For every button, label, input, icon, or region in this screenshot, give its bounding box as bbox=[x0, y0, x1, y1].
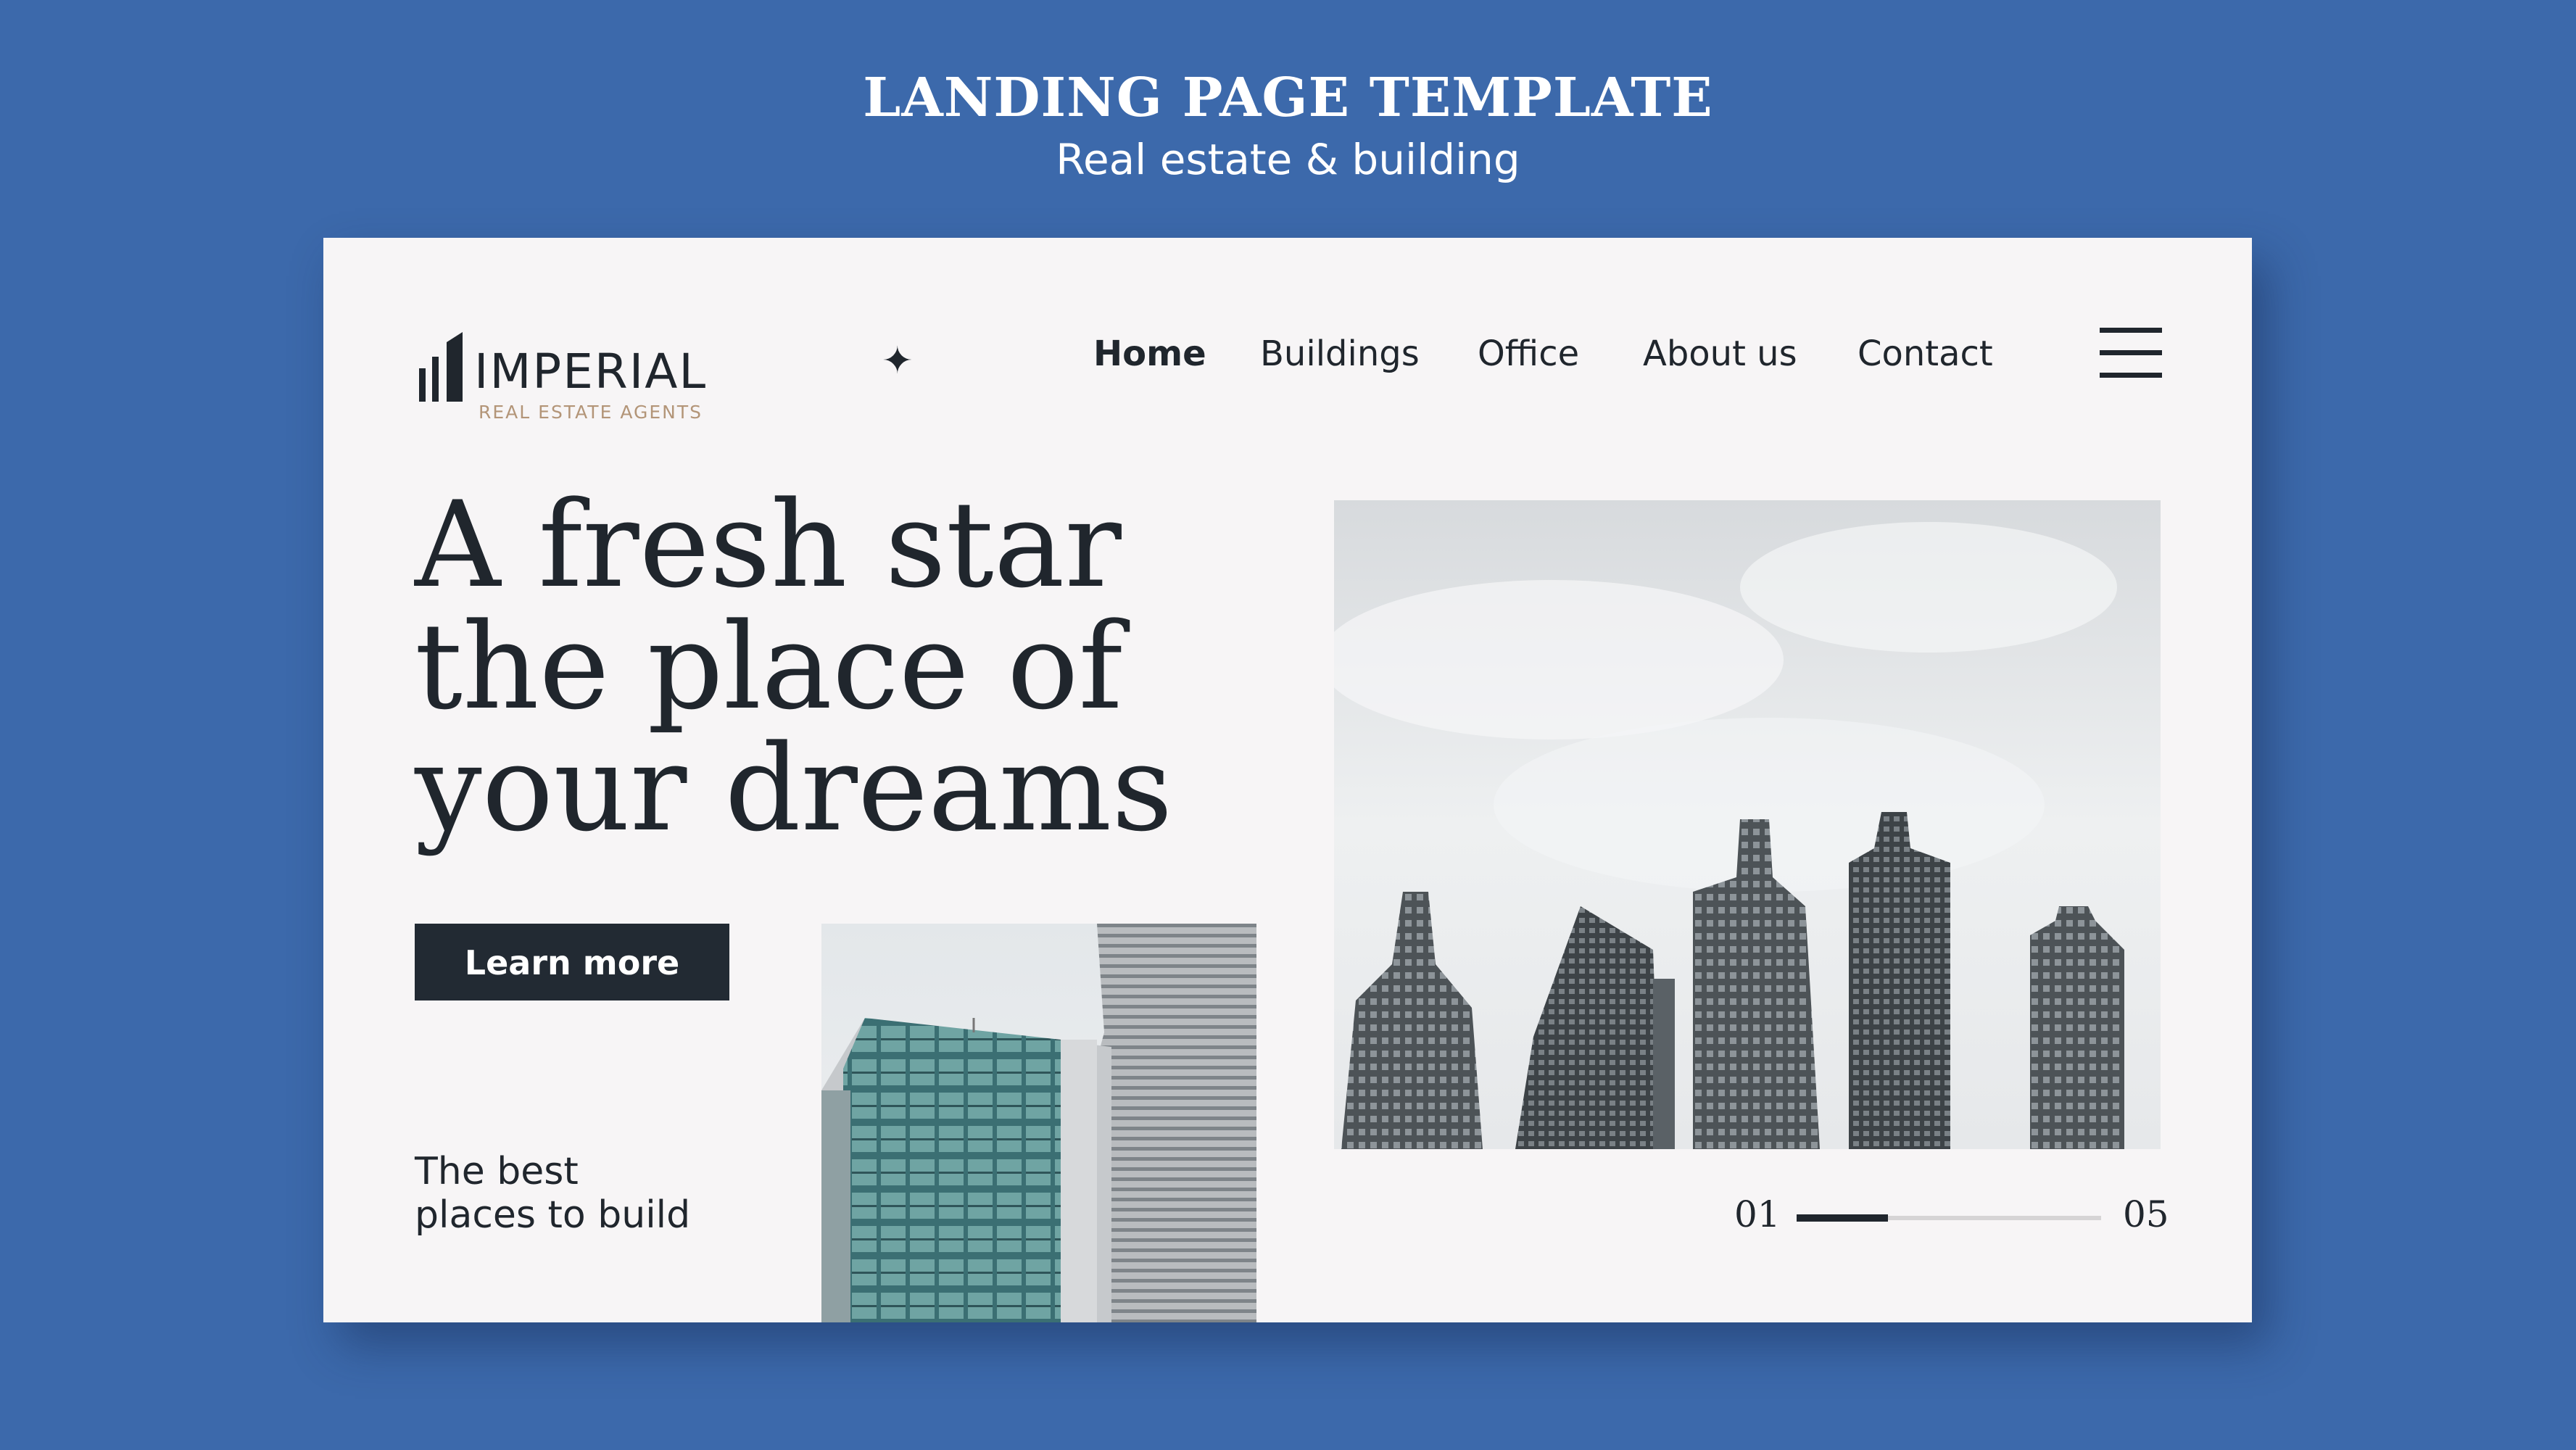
page-subtitle: Real estate & building bbox=[1056, 135, 1520, 184]
nav-item-contact[interactable]: Contact bbox=[1858, 334, 1993, 374]
landing-page-mockup: IMPERIAL REAL ESTATE AGENTS ✦ Home Build… bbox=[323, 238, 2252, 1322]
office-building-photo bbox=[821, 924, 1256, 1322]
slide-progress-track[interactable] bbox=[1797, 1214, 2101, 1222]
logo-name: IMPERIAL bbox=[474, 344, 708, 399]
nav-item-home[interactable]: Home bbox=[1093, 334, 1206, 374]
page-title: LANDING PAGE TEMPLATE bbox=[863, 67, 1713, 129]
learn-more-button[interactable]: Learn more bbox=[415, 924, 729, 1000]
nav-item-office[interactable]: Office bbox=[1478, 334, 1579, 374]
skyline-photo bbox=[1334, 500, 2161, 1149]
logo[interactable]: IMPERIAL REAL ESTATE AGENTS bbox=[418, 331, 722, 425]
slide-progress-fill bbox=[1797, 1214, 1888, 1222]
logo-tagline: REAL ESTATE AGENTS bbox=[479, 402, 703, 423]
tagline-line-2: places to build bbox=[415, 1193, 691, 1237]
nav-item-buildings[interactable]: Buildings bbox=[1260, 334, 1420, 374]
four-point-star-icon: ✦ bbox=[882, 340, 914, 382]
tagline-line-1: The best bbox=[415, 1150, 579, 1193]
hero-tagline: The best places to build bbox=[415, 1150, 777, 1237]
nav-item-about-us[interactable]: About us bbox=[1643, 334, 1797, 374]
hamburger-menu-icon[interactable] bbox=[2100, 328, 2162, 378]
hero-headline: A fresh star the place of your dreams bbox=[415, 476, 1173, 858]
slide-counter-current: 01 bbox=[1734, 1193, 1781, 1235]
slide-counter-total: 05 bbox=[2123, 1193, 2169, 1235]
building-bars-icon bbox=[419, 332, 463, 402]
